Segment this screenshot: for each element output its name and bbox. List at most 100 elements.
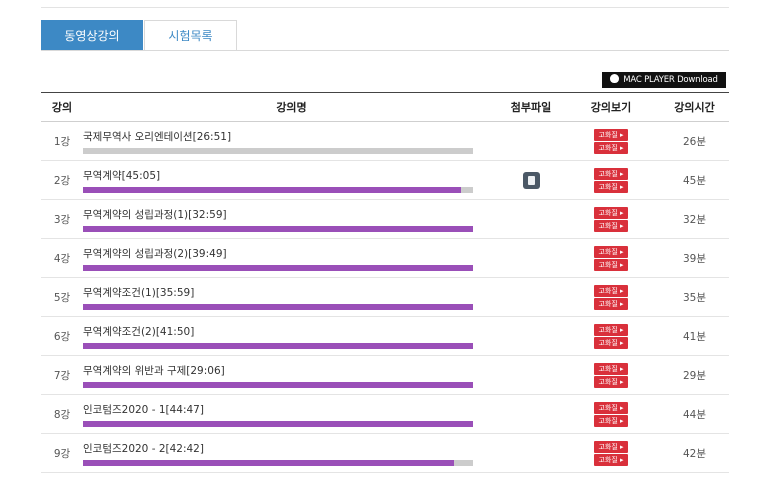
lecture-title-cell: 인코텀즈2020 - 2[42:42] [83,433,500,473]
progress-track [83,459,473,466]
lecture-number: 6강 [41,316,83,356]
table-row: 9강 인코텀즈2020 - 2[42:42] 고화질 ▸ 고화질 ▸ 42분 [41,433,729,473]
hq-play-button[interactable]: 고화질 ▸ [594,245,628,258]
hq-play-button[interactable]: 고화질 ▸ [594,401,628,414]
lecture-title[interactable]: 무역계약의 위반과 구제[29:06] [83,363,500,378]
progress-track [83,342,473,349]
watch-cell: 고화질 ▸ 고화질 ▸ [562,355,660,395]
apple-icon [610,74,620,83]
lecture-duration: 41분 [660,316,729,356]
table-header-row: 강의 강의명 첨부파일 강의보기 강의시간 [41,92,729,122]
tab-video-lectures[interactable]: 동영상강의 [41,20,143,50]
lecture-duration: 32분 [660,199,729,239]
attachment-file-icon[interactable] [522,171,540,189]
lecture-number: 7강 [41,355,83,395]
attachment-cell [500,316,562,356]
lecture-title[interactable]: 인코텀즈2020 - 2[42:42] [83,441,500,456]
lecture-title[interactable]: 인코텀즈2020 - 1[44:47] [83,402,500,417]
hq-play-button-alt[interactable]: 고화질 ▸ [594,297,628,310]
lecture-title-cell: 무역계약[45:05] [83,160,500,200]
watch-cell: 고화질 ▸ 고화질 ▸ [562,277,660,317]
hq-play-button-alt[interactable]: 고화질 ▸ [594,336,628,349]
attachment-cell [500,394,562,434]
hq-play-button[interactable]: 고화질 ▸ [594,323,628,336]
lecture-duration: 29분 [660,355,729,395]
hq-play-button-alt[interactable]: 고화질 ▸ [594,219,628,232]
lecture-number: 1강 [41,121,83,161]
progress-track [83,264,473,271]
header-watch: 강의보기 [562,92,660,122]
watch-cell: 고화질 ▸ 고화질 ▸ [562,238,660,278]
hq-play-button[interactable]: 고화질 ▸ [594,362,628,375]
header-lecture-title: 강의명 [83,92,500,122]
table-row: 3강 무역계약의 성립과정(1)[32:59] 고화질 ▸ 고화질 ▸ 32분 [41,199,729,239]
progress-fill [83,342,473,349]
hq-play-button[interactable]: 고화질 ▸ [594,128,628,141]
progress-fill [83,225,473,232]
lecture-title-cell: 무역계약조건(2)[41:50] [83,316,500,356]
lecture-table: 강의 강의명 첨부파일 강의보기 강의시간 1강 국제무역사 오리엔테이션[26:… [41,92,729,473]
hq-play-button-alt[interactable]: 고화질 ▸ [594,453,628,466]
lecture-title[interactable]: 무역계약의 성립과정(2)[39:49] [83,246,500,261]
attachment-cell [500,121,562,161]
attachment-cell [500,238,562,278]
mac-player-download-label: MAC PLAYER Download [623,75,718,85]
attachment-cell [500,160,562,200]
attachment-cell [500,433,562,473]
lecture-duration: 26분 [660,121,729,161]
table-row: 7강 무역계약의 위반과 구제[29:06] 고화질 ▸ 고화질 ▸ 29분 [41,355,729,395]
lecture-title[interactable]: 무역계약조건(2)[41:50] [83,324,500,339]
watch-cell: 고화질 ▸ 고화질 ▸ [562,316,660,356]
lecture-number: 9강 [41,433,83,473]
progress-track [83,303,473,310]
table-row: 4강 무역계약의 성립과정(2)[39:49] 고화질 ▸ 고화질 ▸ 39분 [41,238,729,278]
watch-cell: 고화질 ▸ 고화질 ▸ [562,394,660,434]
tab-bar: 동영상강의 시험목록 [41,20,729,51]
progress-track [83,147,473,154]
top-divider [41,7,729,8]
header-lecture-number: 강의 [41,92,83,122]
progress-track [83,186,473,193]
lecture-title-cell: 무역계약의 성립과정(1)[32:59] [83,199,500,239]
progress-track [83,381,473,388]
hq-play-button-alt[interactable]: 고화질 ▸ [594,141,628,154]
watch-cell: 고화질 ▸ 고화질 ▸ [562,199,660,239]
hq-play-button[interactable]: 고화질 ▸ [594,440,628,453]
lecture-number: 8강 [41,394,83,434]
progress-fill [83,459,454,466]
progress-fill [83,303,473,310]
table-row: 5강 무역계약조건(1)[35:59] 고화질 ▸ 고화질 ▸ 35분 [41,277,729,317]
table-row: 2강 무역계약[45:05] 고화질 ▸ 고화질 ▸ 45분 [41,160,729,200]
lecture-title[interactable]: 무역계약의 성립과정(1)[32:59] [83,207,500,222]
watch-cell: 고화질 ▸ 고화질 ▸ [562,433,660,473]
progress-track [83,420,473,427]
lecture-title[interactable]: 무역계약조건(1)[35:59] [83,285,500,300]
lecture-title[interactable]: 국제무역사 오리엔테이션[26:51] [83,129,500,144]
hq-play-button-alt[interactable]: 고화질 ▸ [594,258,628,271]
hq-play-button-alt[interactable]: 고화질 ▸ [594,414,628,427]
table-row: 8강 인코텀즈2020 - 1[44:47] 고화질 ▸ 고화질 ▸ 44분 [41,394,729,434]
tab-exam-list[interactable]: 시험목록 [144,20,237,50]
table-row: 1강 국제무역사 오리엔테이션[26:51] 고화질 ▸ 고화질 ▸ 26분 [41,121,729,161]
mac-player-download-button[interactable]: MAC PLAYER Download [602,72,726,88]
lecture-duration: 39분 [660,238,729,278]
hq-play-button-alt[interactable]: 고화질 ▸ [594,180,628,193]
hq-play-button[interactable]: 고화질 ▸ [594,206,628,219]
lecture-title[interactable]: 무역계약[45:05] [83,168,500,183]
lecture-number: 5강 [41,277,83,317]
table-row: 6강 무역계약조건(2)[41:50] 고화질 ▸ 고화질 ▸ 41분 [41,316,729,356]
header-attachment: 첨부파일 [500,92,562,122]
lecture-duration: 42분 [660,433,729,473]
lecture-number: 2강 [41,160,83,200]
lecture-number: 3강 [41,199,83,239]
hq-play-button-alt[interactable]: 고화질 ▸ [594,375,628,388]
progress-fill [83,420,473,427]
lecture-title-cell: 무역계약의 성립과정(2)[39:49] [83,238,500,278]
hq-play-button[interactable]: 고화질 ▸ [594,167,628,180]
lecture-number: 4강 [41,238,83,278]
hq-play-button[interactable]: 고화질 ▸ [594,284,628,297]
progress-fill [83,381,473,388]
progress-track [83,225,473,232]
lecture-table-body: 1강 국제무역사 오리엔테이션[26:51] 고화질 ▸ 고화질 ▸ 26분 2강 무역계약… [41,121,729,473]
progress-fill [83,264,473,271]
